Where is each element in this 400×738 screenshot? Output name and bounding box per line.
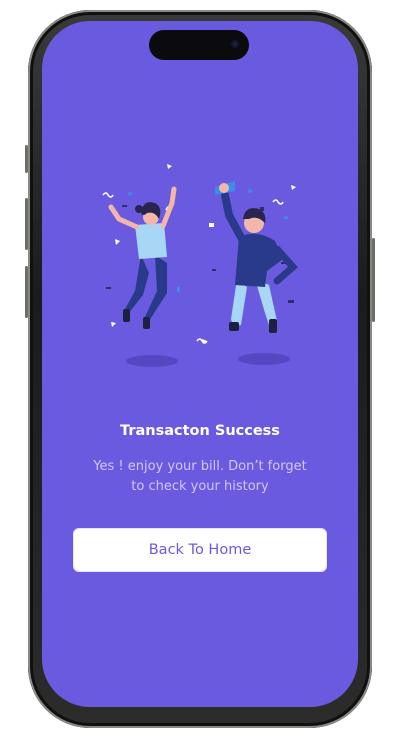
camera-icon — [231, 40, 239, 48]
back-to-home-label: Back To Home — [148, 542, 252, 558]
volume-up-button — [25, 198, 28, 250]
success-message: Yes ! enjoy your bill. Don’t forget to c… — [93, 459, 307, 494]
power-button — [372, 238, 375, 322]
app-screen: Transacton Success Yes ! enjoy your bill… — [42, 21, 358, 707]
success-title: Transacton Success — [120, 423, 280, 439]
woman-figure — [108, 186, 177, 329]
man-shadow — [238, 353, 290, 365]
celebration-illustration — [102, 164, 298, 367]
woman-shadow — [126, 355, 178, 367]
action-button — [25, 145, 28, 173]
dynamic-island — [149, 30, 249, 60]
volume-down-button — [25, 266, 28, 318]
back-to-home-button[interactable]: Back To Home — [73, 528, 327, 572]
